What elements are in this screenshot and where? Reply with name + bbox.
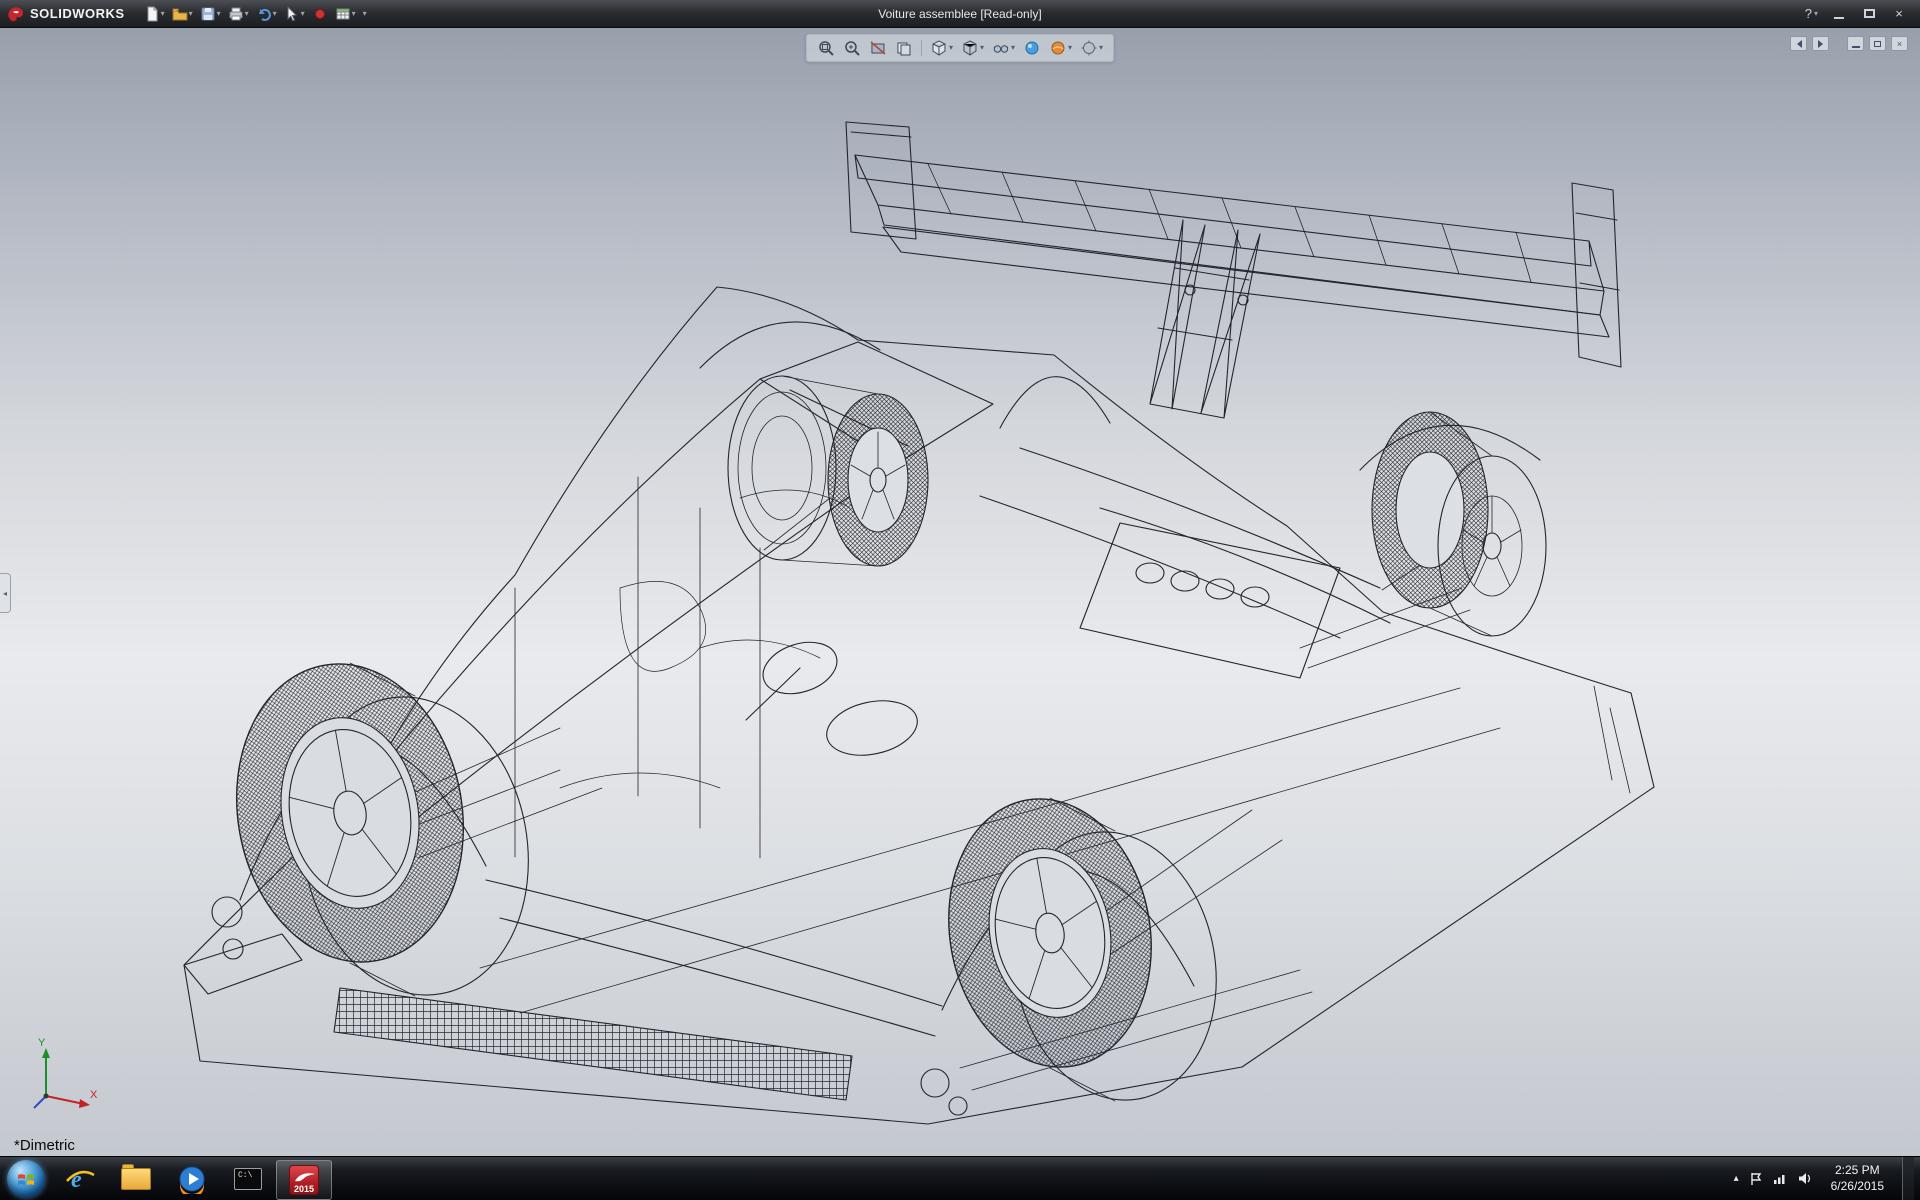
help-button[interactable]: ? ▾: [1805, 6, 1818, 22]
edit-appearance-button[interactable]: [1021, 38, 1043, 58]
chevron-down-icon[interactable]: ▾: [301, 9, 305, 18]
chevron-down-icon[interactable]: ▾: [245, 9, 249, 18]
quick-access-toolbar: ▾ ▾ ▾ ▾ ▾ ▾ ▾ ▾: [141, 4, 370, 24]
taskbar-clock[interactable]: 2:25 PM 6/26/2015: [1823, 1163, 1892, 1194]
reference-triad: Y X: [33, 1037, 98, 1109]
restore-document-button[interactable]: [1869, 36, 1886, 51]
print-button[interactable]: ▾: [225, 4, 252, 24]
taskbar-item-windows-explorer[interactable]: [108, 1157, 164, 1200]
media-player-icon: [179, 1166, 205, 1194]
chevron-down-icon: ▾: [1813, 8, 1818, 18]
view-orientation-label: *Dimetric: [14, 1137, 75, 1154]
apply-scene-button[interactable]: ▾: [1047, 38, 1074, 58]
heads-up-view-toolbar: ▾ ▾ ▾ ▾ ▾: [805, 34, 1115, 62]
chevron-down-icon[interactable]: ▾: [1068, 44, 1072, 52]
hide-show-items-button[interactable]: ▾: [990, 38, 1017, 58]
brand-text: SOLIDWORKS: [30, 6, 125, 21]
start-button[interactable]: [0, 1157, 52, 1200]
action-center-flag-icon[interactable]: [1749, 1172, 1763, 1186]
view-settings-button[interactable]: ▾: [1078, 38, 1105, 58]
chevron-down-icon[interactable]: ▾: [1011, 44, 1015, 52]
zoom-to-fit-button[interactable]: [815, 38, 837, 58]
internet-explorer-icon: e: [66, 1167, 95, 1193]
select-cursor-button[interactable]: ▾: [281, 4, 308, 24]
clock-time: 2:25 PM: [1834, 1162, 1880, 1177]
close-button[interactable]: ×: [1890, 6, 1908, 22]
chevron-down-icon[interactable]: ▾: [949, 44, 953, 52]
chevron-down-icon[interactable]: ▾: [1099, 44, 1103, 52]
toolbar-separator: [920, 40, 922, 56]
graphics-viewport[interactable]: ▾ ▾ ▾ ▾ ▾ × ◂ Y X *Dimetric: [0, 28, 1920, 1156]
chevron-down-icon[interactable]: ▾: [980, 44, 984, 52]
show-desktop-button[interactable]: [1902, 1156, 1914, 1200]
minimize-button[interactable]: [1830, 6, 1848, 22]
solidworks-version-badge: 2015: [293, 1183, 315, 1194]
network-icon[interactable]: [1773, 1172, 1788, 1185]
close-document-button[interactable]: ×: [1891, 36, 1908, 51]
wireframe-car-drawing: [183, 121, 1655, 1125]
save-button[interactable]: ▾: [197, 4, 224, 24]
previous-window-button[interactable]: [1790, 36, 1807, 51]
triad-x-label: X: [90, 1089, 98, 1101]
chevron-left-icon: ◂: [2, 588, 7, 598]
open-button[interactable]: ▾: [169, 4, 196, 24]
more-commands-button[interactable]: ▾: [360, 8, 370, 20]
system-tray: ▴ 2:25 PM 6/26/2015: [1734, 1156, 1920, 1200]
screen: SOLIDWORKS ▾ ▾ ▾ ▾ ▾ ▾ ▾ ▾ Voiture assem…: [0, 0, 1920, 1200]
view-selector-button[interactable]: [893, 38, 915, 58]
chevron-down-icon[interactable]: ▾: [363, 9, 367, 18]
triad-y-label: Y: [38, 1037, 46, 1049]
spreadsheet-button[interactable]: ▾: [332, 4, 359, 24]
chevron-down-icon[interactable]: ▾: [273, 9, 277, 18]
new-document-button[interactable]: ▾: [141, 4, 168, 24]
chevron-down-icon[interactable]: ▾: [161, 9, 165, 18]
taskbar-item-media-player[interactable]: [164, 1157, 220, 1200]
taskbar-item-command-prompt[interactable]: C:\: [220, 1157, 276, 1200]
next-window-button[interactable]: [1812, 36, 1829, 51]
maximize-button[interactable]: [1860, 6, 1878, 22]
view-orientation-button[interactable]: ▾: [928, 38, 955, 58]
app-title-bar: SOLIDWORKS ▾ ▾ ▾ ▾ ▾ ▾ ▾ ▾ Voiture assem…: [0, 0, 1920, 28]
folder-icon: [121, 1163, 151, 1190]
minimize-document-button[interactable]: [1847, 36, 1864, 51]
window-title: Voiture assemblee [Read-only]: [878, 6, 1042, 21]
window-controls: ? ▾ ×: [1805, 6, 1920, 22]
chevron-down-icon[interactable]: ▾: [352, 9, 356, 18]
clock-date: 6/26/2015: [1830, 1178, 1884, 1193]
zoom-to-area-button[interactable]: [841, 38, 863, 58]
chevron-down-icon[interactable]: ▾: [189, 9, 193, 18]
volume-icon[interactable]: [1798, 1172, 1813, 1185]
dassault-systemes-logo-icon: [6, 5, 26, 23]
solidworks-app-icon: 2015: [289, 1164, 319, 1195]
taskbar-item-internet-explorer[interactable]: e: [52, 1157, 108, 1200]
document-window-controls: ×: [1790, 36, 1908, 51]
taskbar-item-solidworks-2015[interactable]: 2015: [276, 1159, 332, 1200]
show-hidden-icons-button[interactable]: ▴: [1734, 1173, 1739, 1184]
windows-taskbar: e C:\ 2015 ▴ 2:25 PM 6/26/2015: [0, 1156, 1920, 1200]
command-prompt-icon: C:\: [234, 1167, 262, 1190]
svg-text:e: e: [71, 1167, 82, 1193]
windows-orb-icon: [7, 1159, 45, 1198]
solidworks-brand: SOLIDWORKS: [0, 0, 135, 27]
undo-button[interactable]: ▾: [253, 4, 280, 24]
chevron-down-icon[interactable]: ▾: [217, 9, 221, 18]
feature-panel-flyout-tab[interactable]: ◂: [0, 573, 11, 613]
record-macro-button[interactable]: [309, 4, 331, 24]
display-style-button[interactable]: ▾: [959, 38, 986, 58]
section-view-button[interactable]: [867, 38, 889, 58]
